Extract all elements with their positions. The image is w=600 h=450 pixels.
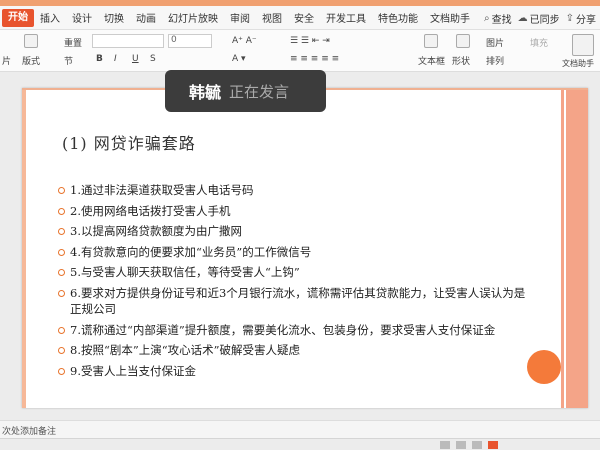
tab-transition[interactable]: 切换 (98, 10, 130, 25)
speaker-indicator: 韩毓 正在发言 (165, 70, 326, 112)
search-button[interactable]: ⌕ 查找 (484, 11, 512, 26)
menu-right-group: ⌕ 查找 ☁ 已同步 ⇪ 分享 (484, 6, 596, 30)
bullet-text: 5.与受害人聊天获取信任，等待受害人“上钩” (70, 265, 300, 279)
slide-sorter-icon[interactable] (456, 441, 466, 449)
sync-button[interactable]: ☁ 已同步 (518, 11, 560, 26)
tab-insert[interactable]: 插入 (34, 10, 66, 25)
list-item: 7.谎称通过“内部渠道”提升额度，需要美化流水、包装身份，要求受害人支付保证金 (58, 322, 528, 339)
textbox-icon[interactable] (424, 34, 438, 48)
sync-label: 已同步 (529, 14, 560, 26)
bullet-text: 8.按照“剧本”上演“攻心话术”破解受害人疑虑 (70, 343, 300, 357)
share-button[interactable]: ⇪ 分享 (566, 11, 596, 26)
image-button[interactable]: 图片 (486, 36, 504, 49)
search-label: 查找 (491, 14, 512, 26)
bullet-list[interactable]: 1.通过非法渠道获取受害人电话号码 2.使用网络电话拨打受害人手机 3.以提高网… (58, 182, 528, 383)
list-item: 8.按照“剧本”上演“攻心话术”破解受害人疑虑 (58, 342, 528, 359)
search-icon: ⌕ (484, 12, 490, 24)
bullet-text: 6.要求对方提供身份证号和近3个月银行流水，谎称需评估其贷款能力，让受害人误认为… (70, 285, 526, 317)
bullet-icon (58, 228, 65, 235)
font-grow-icon[interactable]: A⁺ A⁻ (232, 36, 257, 46)
doc-helper-icon[interactable] (572, 34, 594, 56)
list-item: 2.使用网络电话拨打受害人手机 (58, 203, 528, 220)
status-bar (0, 438, 600, 450)
list-item: 5.与受害人聊天获取信任，等待受害人“上钩” (58, 264, 528, 281)
underline-button[interactable]: U (132, 54, 139, 64)
arrange-button[interactable]: 排列 (486, 54, 504, 67)
layout-icon[interactable] (24, 34, 38, 48)
font-color-icon[interactable]: A ▾ (232, 54, 246, 64)
textbox-button[interactable]: 文本框 (418, 54, 445, 67)
strikethrough-button[interactable]: S (150, 54, 156, 64)
bullet-icon (58, 187, 65, 194)
menu-bar: 开始 插入 设计 切换 动画 幻灯片放映 审阅 视图 安全 开发工具 特色功能 … (0, 6, 600, 30)
bullet-icon (58, 248, 65, 256)
list-item: 1.通过非法渠道获取受害人电话号码 (58, 182, 528, 199)
notes-pane[interactable]: 次处添加备注 (0, 420, 600, 438)
slide-right-thin-stripe (561, 90, 564, 408)
bullet-text: 1.通过非法渠道获取受害人电话号码 (70, 183, 254, 197)
tab-security[interactable]: 安全 (288, 10, 320, 25)
bold-button[interactable]: B (96, 54, 103, 64)
orange-circle-shape[interactable] (527, 350, 561, 384)
slide-right-stripe (566, 90, 588, 408)
cloud-icon: ☁ (517, 12, 528, 24)
reset-button[interactable]: 重置 (64, 36, 82, 49)
slide-title[interactable]: (1) 网贷诈骗套路 (62, 130, 196, 154)
layout-button[interactable]: 版式 (22, 54, 40, 67)
align-icons[interactable]: ≡ ≡ ≡ ≡ ≡ (290, 54, 339, 64)
tab-view[interactable]: 视图 (256, 10, 288, 25)
notes-placeholder: 次处添加备注 (2, 427, 57, 437)
bullet-icon (58, 367, 65, 375)
tab-animation[interactable]: 动画 (130, 10, 162, 25)
bullet-text: 7.谎称通过“内部渠道”提升额度，需要美化流水、包装身份，要求受害人支付保证金 (70, 322, 496, 337)
shape-icon[interactable] (456, 34, 470, 48)
font-size-value: 0 (171, 35, 177, 45)
speaker-name: 韩毓 (189, 83, 222, 102)
font-size-select[interactable]: 0 (168, 34, 212, 48)
share-label: 分享 (576, 14, 596, 26)
slide-canvas[interactable]: (1) 网贷诈骗套路 1.通过非法渠道获取受害人电话号码 2.使用网络电话拨打受… (22, 88, 588, 408)
slide-left-stripe (22, 90, 26, 408)
play-icon[interactable] (488, 441, 498, 449)
share-icon: ⇪ (565, 12, 574, 24)
paste-label-fragment: 片 (2, 57, 12, 67)
bullet-text: 9.受害人上当支付保证金 (70, 363, 196, 378)
bullet-icon (58, 347, 65, 354)
bullet-icon (58, 269, 65, 276)
list-item: 9.受害人上当支付保证金 (58, 363, 528, 380)
bullets-list-icon[interactable]: ☰ ☰ ⇤ ⇥ (290, 36, 330, 46)
bullet-icon (58, 326, 65, 334)
toolbar: 片 版式 重置 节 0 B I U S A⁺ A⁻ A ▾ ☰ ☰ ⇤ ⇥ ≡ … (0, 30, 600, 72)
doc-helper-button[interactable]: 文档助手 (562, 58, 594, 69)
bullet-icon (58, 289, 65, 297)
tab-features[interactable]: 特色功能 (372, 10, 424, 25)
fill-button[interactable]: 填充 (530, 36, 548, 49)
italic-button[interactable]: I (114, 54, 117, 64)
list-item: 6.要求对方提供身份证号和近3个月银行流水，谎称需评估其贷款能力，让受害人误认为… (58, 285, 528, 318)
tab-developer[interactable]: 开发工具 (320, 10, 372, 25)
normal-view-icon[interactable] (440, 441, 450, 449)
list-item: 4.有贷款意向的便要求加“业务员”的工作微信号 (58, 244, 528, 261)
tab-design[interactable]: 设计 (66, 10, 98, 25)
tab-review[interactable]: 审阅 (224, 10, 256, 25)
tab-slideshow[interactable]: 幻灯片放映 (162, 10, 224, 25)
font-family-select[interactable] (92, 34, 164, 48)
bullet-text: 3.以提高网络贷款额度为由广撒网 (70, 224, 242, 238)
bullet-icon (58, 207, 65, 215)
bullet-text: 2.使用网络电话拨打受害人手机 (70, 203, 231, 218)
shape-button[interactable]: 形状 (452, 54, 470, 67)
reading-view-icon[interactable] (472, 441, 482, 449)
speaker-status: 正在发言 (229, 82, 290, 101)
tab-doc-helper[interactable]: 文档助手 (424, 10, 476, 25)
list-item: 3.以提高网络贷款额度为由广撒网 (58, 223, 528, 240)
section-button[interactable]: 节 (64, 54, 73, 67)
bullet-text: 4.有贷款意向的便要求加“业务员”的工作微信号 (70, 244, 312, 259)
tab-home[interactable]: 开始 (2, 8, 34, 27)
